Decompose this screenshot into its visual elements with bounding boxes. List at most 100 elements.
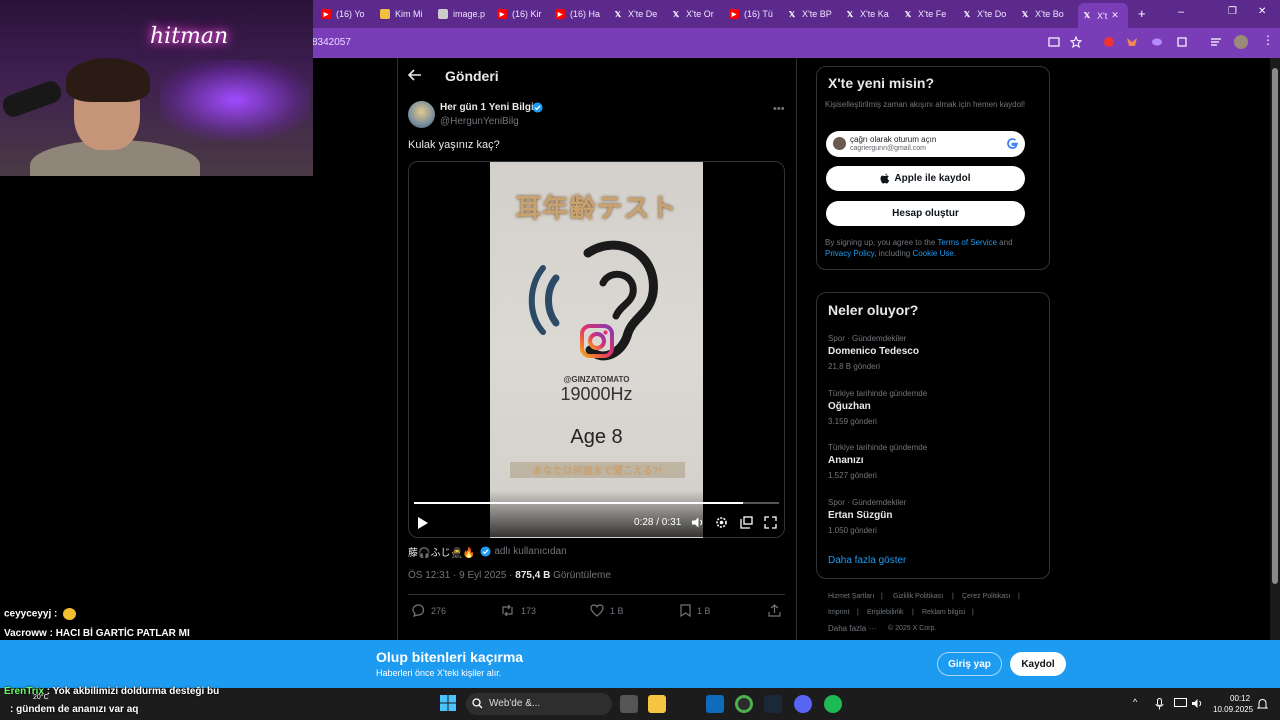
cookie-use-link[interactable]: Cookie Use: [912, 249, 953, 258]
task-view-icon[interactable]: [620, 695, 638, 713]
extensions-puzzle-icon[interactable]: [1176, 36, 1188, 48]
profile-avatar[interactable]: [1234, 35, 1248, 49]
chrome-icon[interactable]: [735, 695, 753, 713]
browser-tab[interactable]: 𝕏 X'te BP: [787, 5, 841, 23]
footer-imprint-link[interactable]: Imprint: [828, 609, 849, 616]
show-hidden-icons[interactable]: ^: [1133, 697, 1137, 707]
footer-accessibility-link[interactable]: Erişilebilirlik: [867, 609, 904, 616]
youtube-icon: ▶: [729, 9, 739, 19]
browser-tab[interactable]: ▶ (16) Yo: [321, 5, 375, 23]
network-icon[interactable]: [1174, 698, 1187, 709]
trend-category: Türkiye tarihinde gündemde: [828, 443, 928, 452]
video-progress-fill[interactable]: [414, 502, 743, 504]
steam-icon[interactable]: [764, 695, 782, 713]
play-icon[interactable]: [417, 516, 429, 530]
extension-purple-icon[interactable]: [1151, 36, 1163, 48]
signup-banner: [0, 640, 1280, 688]
volume-icon[interactable]: [691, 516, 704, 529]
browser-tab[interactable]: 𝕏 X'te Bo: [1020, 5, 1074, 23]
search-icon: [472, 698, 483, 709]
file-explorer-icon[interactable]: [648, 695, 666, 713]
browser-tab[interactable]: 𝕏 X'te Or: [671, 5, 725, 23]
more-options-icon[interactable]: •••: [773, 103, 785, 115]
footer-ads-link[interactable]: Reklam bilgisi: [922, 609, 965, 616]
privacy-policy-link[interactable]: Privacy Policy: [825, 249, 874, 258]
browser-tab-label: image.p: [453, 9, 486, 19]
speaker-icon[interactable]: [1191, 698, 1204, 709]
reply-button[interactable]: 276: [411, 604, 446, 617]
close-tab-icon[interactable]: ✕: [1111, 10, 1119, 21]
footer-cookie-link[interactable]: Çerez Politikası: [962, 593, 1011, 600]
terms-text: and: [996, 238, 1013, 247]
scrollbar-thumb[interactable]: [1272, 68, 1278, 584]
clock-date[interactable]: 10.09.2025: [1213, 705, 1253, 714]
browser-tab[interactable]: 𝕏 X'te Fe: [903, 5, 957, 23]
terms-of-service-link[interactable]: Terms of Service: [937, 238, 997, 247]
fullscreen-icon[interactable]: [764, 516, 777, 529]
settings-gear-icon[interactable]: [715, 516, 728, 529]
browser-tab-label: X't: [1097, 10, 1108, 21]
tweet-timestamp[interactable]: ÖS 12:31 · 9 Eyl 2025 ·: [408, 570, 515, 581]
via-user-emoji[interactable]: 藤🎧ふじ🥷🔥: [408, 544, 475, 559]
trend-name[interactable]: Oğuzhan: [828, 401, 871, 412]
like-button[interactable]: 1 B: [590, 604, 624, 617]
reading-list-icon[interactable]: [1210, 36, 1222, 48]
discord-icon[interactable]: [794, 695, 812, 713]
footer-more-link[interactable]: Daha fazla ···: [828, 624, 876, 633]
login-button[interactable]: Giriş yap: [937, 652, 1002, 676]
extension-fox-icon[interactable]: [1126, 36, 1138, 48]
browser-tab[interactable]: ▶ (16) Tü: [729, 5, 783, 23]
footer-terms-link[interactable]: Hizmet Şartları: [828, 593, 874, 600]
notification-bell-icon[interactable]: [1257, 698, 1268, 710]
author-handle[interactable]: @HergunYeniBilg: [440, 116, 519, 127]
trend-name[interactable]: Domenico Tedesco: [828, 346, 919, 357]
extension-red-icon[interactable]: [1103, 36, 1115, 48]
repost-button[interactable]: 173: [500, 604, 536, 617]
x-logo-icon: 𝕏: [614, 9, 622, 19]
url-text[interactable]: 8342057: [312, 37, 351, 48]
trend-name[interactable]: Ertan Süzgün: [828, 510, 892, 521]
bookmark-button[interactable]: 1 B: [680, 604, 711, 617]
repost-icon: [502, 604, 513, 617]
bookmark-star-icon[interactable]: [1070, 36, 1082, 48]
browser-tab[interactable]: 𝕏 X't ✕: [1078, 3, 1128, 28]
browser-tab[interactable]: ▶ (16) Ha: [555, 5, 609, 23]
footer-separator: |: [881, 593, 883, 600]
browser-tab[interactable]: Kim Mi: [380, 5, 434, 23]
author-name[interactable]: Her gün 1 Yeni Bilgi: [440, 102, 534, 113]
x-logo-icon: 𝕏: [788, 9, 796, 19]
create-account-button[interactable]: Hesap oluştur: [826, 201, 1025, 226]
install-app-icon[interactable]: [1048, 36, 1060, 48]
outlook-icon[interactable]: [706, 695, 724, 713]
new-tab-button[interactable]: +: [1138, 6, 1146, 21]
microphone-tray-icon[interactable]: [1155, 698, 1164, 710]
minimize-button[interactable]: –: [1178, 6, 1184, 18]
back-arrow-icon[interactable]: [408, 68, 422, 82]
maximize-button[interactable]: ❐: [1228, 6, 1237, 17]
signup-button[interactable]: Kaydol: [1010, 652, 1066, 676]
search-placeholder: Web'de &...: [489, 698, 541, 709]
chat-user: ErenTrix: [4, 686, 45, 697]
share-icon[interactable]: [768, 604, 781, 617]
apple-signup-button[interactable]: Apple ile kaydol: [826, 166, 1025, 191]
close-window-button[interactable]: ✕: [1258, 6, 1266, 17]
show-more-link[interactable]: Daha fazla göster: [828, 555, 906, 566]
purple-light: [160, 60, 310, 140]
browser-tab[interactable]: ▶ (16) Kir: [497, 5, 551, 23]
picture-in-picture-icon[interactable]: [740, 516, 753, 529]
footer-privacy-link[interactable]: Gizlilik Politikası: [893, 593, 943, 600]
browser-tab[interactable]: 𝕏 X'te Do: [962, 5, 1016, 23]
chat-line: ErenTrix : Yok akbilimizi doldurma deste…: [4, 686, 220, 697]
x-logo-icon: 𝕏: [963, 9, 971, 19]
author-avatar[interactable]: [408, 101, 435, 128]
clock-time[interactable]: 00:12: [1230, 694, 1250, 703]
trend-count: 21,8 B gönderi: [828, 362, 881, 371]
youtube-icon: ▶: [497, 9, 507, 19]
windows-start-icon[interactable]: [440, 695, 456, 711]
browser-menu-icon[interactable]: ⋮: [1262, 33, 1274, 47]
spotify-icon[interactable]: [824, 695, 842, 713]
trend-name[interactable]: Ananızı: [828, 455, 864, 466]
browser-tab[interactable]: 𝕏 X'te Ka: [845, 5, 899, 23]
browser-tab[interactable]: image.p: [438, 5, 492, 23]
browser-tab[interactable]: 𝕏 X'te De: [613, 5, 667, 23]
